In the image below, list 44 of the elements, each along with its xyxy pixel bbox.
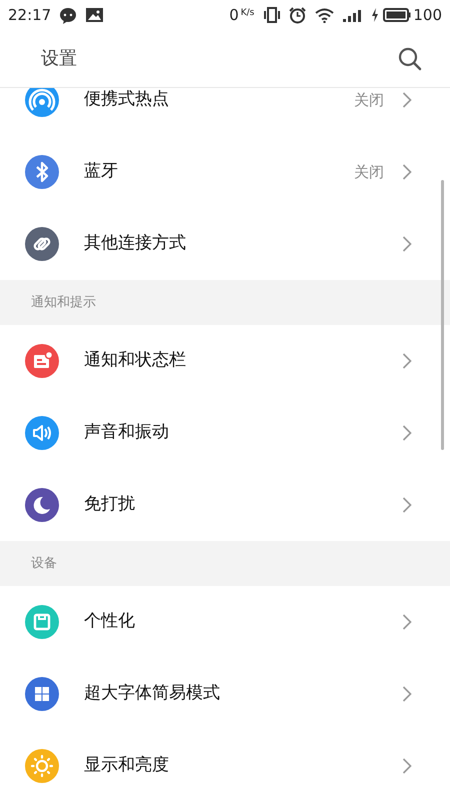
chevron-icon	[402, 164, 412, 180]
row-value: 关闭	[354, 90, 384, 111]
battery-icon	[383, 8, 412, 22]
row-label: 超大字体简易模式	[84, 682, 221, 706]
settings-row[interactable]: 免打扰	[0, 469, 450, 541]
row-value: 关闭	[354, 162, 384, 183]
chevron-icon	[402, 686, 412, 702]
settings-row[interactable]: 其他连接方式	[0, 208, 450, 280]
chevron-icon	[402, 425, 412, 441]
row-label: 免打扰	[84, 493, 136, 516]
page-title: 设置	[41, 47, 77, 71]
row-label: 其他连接方式	[84, 232, 187, 256]
settings-row[interactable]: 通知和状态栏	[0, 325, 450, 397]
row-label: 通知和状态栏	[84, 349, 187, 372]
status-time: 22:17	[8, 4, 52, 26]
vibrate-icon	[264, 7, 280, 23]
image-icon	[86, 8, 104, 22]
chevron-icon	[402, 614, 412, 630]
section-header: 设备	[31, 554, 57, 573]
settings-row[interactable]: 声音和振动	[0, 397, 450, 469]
section-header: 通知和提示	[31, 294, 96, 312]
speed-unit: K/s	[240, 7, 254, 20]
network-speed: 0	[229, 4, 239, 26]
row-label: 蓝牙	[84, 160, 119, 184]
battery-level: 100	[413, 4, 442, 26]
chevron-icon	[402, 758, 412, 774]
settings-row[interactable]: 超大字体简易模式	[0, 658, 450, 730]
chat-icon	[59, 6, 78, 24]
chevron-icon	[402, 353, 412, 369]
row-label: 个性化	[84, 610, 136, 634]
chevron-icon	[402, 236, 412, 252]
row-label: 便携式热点	[84, 88, 170, 112]
settings-row[interactable]: 显示和亮度	[0, 730, 450, 800]
settings-row[interactable]: 蓝牙 关闭	[0, 136, 450, 208]
chevron-icon	[402, 92, 412, 108]
charging-icon	[371, 8, 380, 22]
row-label: 声音和振动	[84, 421, 170, 444]
chevron-icon	[402, 497, 412, 513]
search-icon[interactable]	[398, 46, 422, 70]
wifi-icon	[315, 8, 334, 22]
alarm-icon	[289, 6, 306, 24]
settings-row[interactable]: 个性化	[0, 586, 450, 658]
settings-row[interactable]: 便携式热点 关闭	[0, 88, 450, 136]
row-label: 显示和亮度	[84, 754, 170, 778]
